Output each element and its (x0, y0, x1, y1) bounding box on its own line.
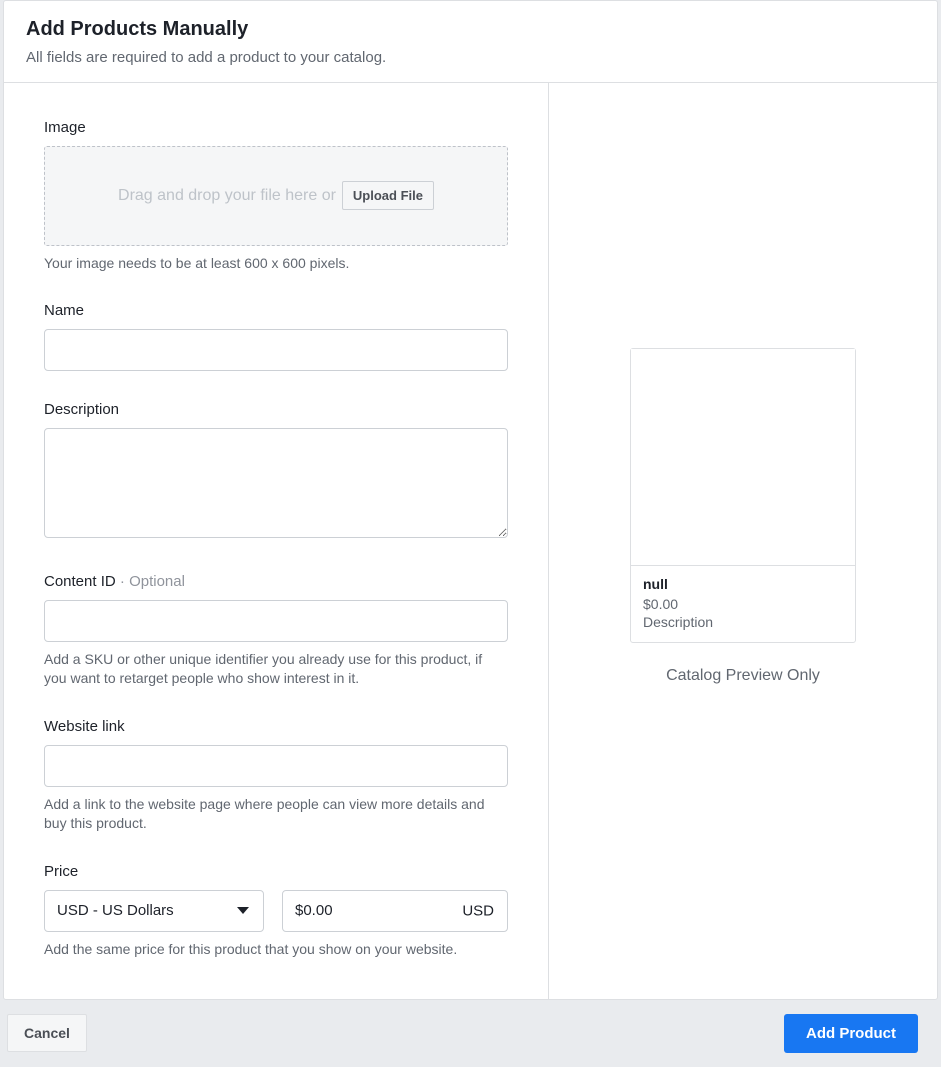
chevron-down-icon (237, 907, 249, 914)
description-textarea[interactable] (44, 428, 508, 538)
dialog-subtitle: All fields are required to add a product… (26, 48, 915, 68)
description-label: Description (44, 401, 508, 418)
website-link-help: Add a link to the website page where peo… (44, 795, 508, 833)
price-currency-suffix: USD (462, 902, 494, 919)
cancel-button[interactable]: Cancel (7, 1014, 87, 1052)
dialog-title: Add Products Manually (26, 17, 915, 42)
preview-meta: null $0.00 Description (631, 566, 855, 642)
name-label: Name (44, 302, 508, 319)
add-product-button[interactable]: Add Product (784, 1014, 918, 1053)
content-id-label-text: Content ID (44, 573, 116, 590)
dialog-header: Add Products Manually All fields are req… (4, 1, 937, 83)
name-field: Name (44, 302, 508, 371)
dialog-footer: Cancel Add Product (3, 1000, 938, 1067)
price-row: USD - US Dollars USD (44, 890, 508, 932)
preview-image-placeholder (631, 349, 855, 566)
content-id-optional: Optional (129, 573, 185, 590)
currency-selected-value: USD - US Dollars (57, 902, 174, 919)
image-field: Image Drag and drop your file here or Up… (44, 119, 508, 273)
name-input[interactable] (44, 329, 508, 371)
price-help: Add the same price for this product that… (44, 940, 508, 959)
form-pane: Image Drag and drop your file here or Up… (4, 83, 549, 999)
preview-pane: null $0.00 Description Catalog Preview O… (549, 83, 937, 999)
dot-separator: · (120, 573, 125, 590)
preview-price: $0.00 (643, 596, 843, 612)
website-link-input[interactable] (44, 745, 508, 787)
content-id-help: Add a SKU or other unique identifier you… (44, 650, 508, 688)
content-id-field: Content ID · Optional Add a SKU or other… (44, 573, 508, 688)
currency-select[interactable]: USD - US Dollars (44, 890, 264, 932)
preview-description: Description (643, 614, 843, 630)
image-label: Image (44, 119, 508, 136)
add-product-dialog: Add Products Manually All fields are req… (3, 0, 938, 1000)
dialog-body: Image Drag and drop your file here or Up… (4, 83, 937, 999)
website-link-field: Website link Add a link to the website p… (44, 718, 508, 833)
price-input-wrapper: USD (282, 890, 508, 932)
catalog-preview-card: null $0.00 Description (630, 348, 856, 643)
description-field: Description (44, 401, 508, 543)
dropzone-text: Drag and drop your file here or (118, 187, 336, 205)
price-label: Price (44, 863, 508, 880)
website-link-label: Website link (44, 718, 508, 735)
price-field: Price USD - US Dollars USD Add the same … (44, 863, 508, 959)
content-id-label: Content ID · Optional (44, 573, 508, 590)
upload-file-button[interactable]: Upload File (342, 181, 434, 210)
preview-title: null (643, 576, 843, 592)
image-help: Your image needs to be at least 600 x 60… (44, 254, 508, 273)
image-dropzone[interactable]: Drag and drop your file here or Upload F… (44, 146, 508, 246)
preview-caption: Catalog Preview Only (666, 667, 820, 685)
content-id-input[interactable] (44, 600, 508, 642)
